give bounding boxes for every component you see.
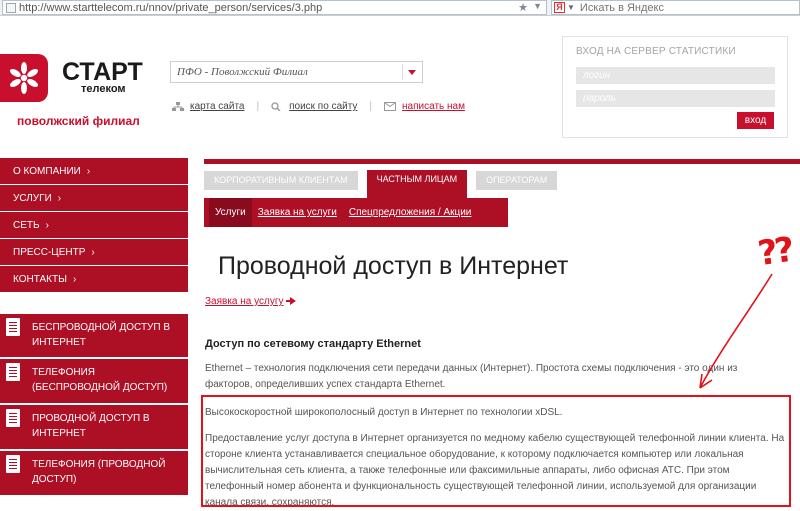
write-us-link[interactable]: написать нам	[384, 101, 465, 112]
stats-login-title: ВХОД НА СЕРВЕР СТАТИСТИКИ	[576, 46, 736, 57]
paragraph-ethernet: Ethernet – технология подключения сети п…	[205, 363, 738, 390]
annotation-arrow	[699, 273, 773, 389]
service-item-wireless-internet[interactable]: Беспроводной доступ в Интернет	[0, 314, 188, 359]
order-service-link-label: Заявка на услугу	[205, 296, 284, 307]
tab-private[interactable]: ЧАСТНЫМ ЛИЦАМ	[366, 170, 468, 198]
service-item-wired-internet[interactable]: Проводной доступ в Интернет	[0, 405, 188, 451]
page-icon	[6, 2, 16, 13]
subtab-services[interactable]: Услуги	[209, 198, 252, 227]
address-bar[interactable]: http://www.starttelecom.ru/nnov/private_…	[2, 0, 547, 15]
dropdown-arrow-icon[interactable]: ▼	[533, 1, 542, 11]
envelope-icon	[384, 102, 397, 111]
separator: |	[256, 101, 260, 112]
yandex-search-box[interactable]: Я ▼	[551, 0, 800, 15]
nav-item-contacts[interactable]: КОНТАКТЫ ›	[0, 266, 188, 293]
branch-select[interactable]: ПФО - Поволжский Филиал	[170, 61, 423, 83]
chevron-right-icon: ›	[72, 274, 77, 285]
nav-item-label: КОНТАКТЫ	[13, 274, 67, 285]
page-title: Проводной доступ в Интернет	[218, 252, 569, 280]
subtab-offers[interactable]: Спецпредложения / Акции	[343, 198, 478, 227]
service-item-label: Телефония (беспроводной доступ)	[32, 367, 168, 393]
nav-item-label: О КОМПАНИИ	[13, 166, 81, 177]
order-service-link[interactable]: Заявка на услугу	[205, 296, 296, 307]
branch-select-value: ПФО - Поволжский Филиал	[177, 66, 308, 78]
login-input[interactable]	[576, 67, 775, 84]
chevron-right-icon: ›	[86, 166, 91, 177]
login-button[interactable]: вход	[737, 112, 774, 129]
service-item-wired-telephony[interactable]: Телефония (проводной доступ)	[0, 451, 188, 497]
site-search-link-label: поиск по сайту	[289, 101, 358, 112]
annotation-question-marks: ??	[755, 229, 795, 275]
logo-mark-icon	[0, 54, 48, 102]
chevron-right-icon: ›	[91, 247, 95, 258]
services-list: Беспроводной доступ в Интернет Телефония…	[0, 314, 188, 497]
site-search-link[interactable]: поиск по сайту	[271, 101, 357, 112]
logo-branch-text: поволжский филиал	[17, 114, 140, 128]
sub-tabs: Услуги Заявка на услуги Спецпредложения …	[204, 198, 508, 227]
annotation-highlight-box	[201, 395, 791, 507]
document-icon	[6, 409, 20, 427]
sitemap-icon	[172, 102, 184, 111]
chevron-down-icon[interactable]	[402, 64, 420, 80]
nav-item-network[interactable]: СЕТЬ ›	[0, 212, 188, 239]
sitemap-link[interactable]: карта сайта	[172, 101, 244, 112]
arrow-right-icon	[286, 297, 296, 305]
browser-toolbar: http://www.starttelecom.ru/nnov/private_…	[0, 0, 800, 16]
nav-item-services[interactable]: УСЛУГИ ›	[0, 185, 188, 212]
main-nav: О КОМПАНИИ › УСЛУГИ › СЕТЬ › ПРЕСС-ЦЕНТР › К…	[0, 158, 188, 293]
nav-item-about[interactable]: О КОМПАНИИ ›	[0, 158, 188, 185]
sitemap-link-label: карта сайта	[190, 101, 245, 112]
tabs-top-rule	[204, 159, 800, 164]
nav-item-label: СЕТЬ	[13, 220, 40, 231]
url-text: http://www.starttelecom.ru/nnov/private_…	[19, 1, 323, 14]
separator: |	[369, 101, 373, 112]
document-icon	[6, 318, 20, 336]
password-input[interactable]	[576, 90, 775, 107]
nav-item-press[interactable]: ПРЕСС-ЦЕНТР ›	[0, 239, 188, 266]
tab-corporate[interactable]: КОРПОРАТИВНЫМ КЛИЕНТАМ	[204, 171, 358, 190]
write-us-link-label: написать нам	[402, 101, 465, 112]
section-title: Доступ по сетевому стандарту Ethernet	[205, 338, 421, 350]
chevron-right-icon: ›	[45, 220, 49, 231]
chevron-right-icon: ›	[57, 193, 62, 204]
tab-operators[interactable]: ОПЕРАТОРАМ	[476, 171, 558, 190]
site-logo[interactable]: СТАРТ телеком поволжский филиал	[0, 48, 160, 128]
yandex-search-input[interactable]	[579, 1, 780, 14]
nav-item-label: ПРЕСС-ЦЕНТР	[13, 247, 86, 258]
subtab-order[interactable]: Заявка на услуги	[252, 198, 343, 227]
service-item-wireless-telephony[interactable]: Телефония (беспроводной доступ)	[0, 359, 188, 405]
service-item-label: Беспроводной доступ в Интернет	[32, 322, 171, 348]
service-item-label: Телефония (проводной доступ)	[32, 459, 166, 485]
nav-item-label: УСЛУГИ	[13, 193, 52, 204]
yandex-logo-icon: Я	[554, 2, 565, 13]
utility-links: карта сайта | поиск по сайту | написать …	[172, 101, 465, 112]
search-engine-dropdown-icon[interactable]: ▼	[567, 3, 575, 12]
search-icon	[271, 102, 281, 111]
logo-sub-text: телеком	[81, 83, 126, 95]
audience-tabs: КОРПОРАТИВНЫМ КЛИЕНТАМ ЧАСТНЫМ ЛИЦАМ ОПЕ…	[204, 170, 566, 198]
stats-login-box: ВХОД НА СЕРВЕР СТАТИСТИКИ вход	[562, 36, 788, 138]
bookmark-star-icon[interactable]: ★	[518, 1, 528, 14]
document-icon	[6, 455, 20, 473]
document-icon	[6, 363, 20, 381]
service-item-label: Проводной доступ в Интернет	[32, 413, 150, 439]
